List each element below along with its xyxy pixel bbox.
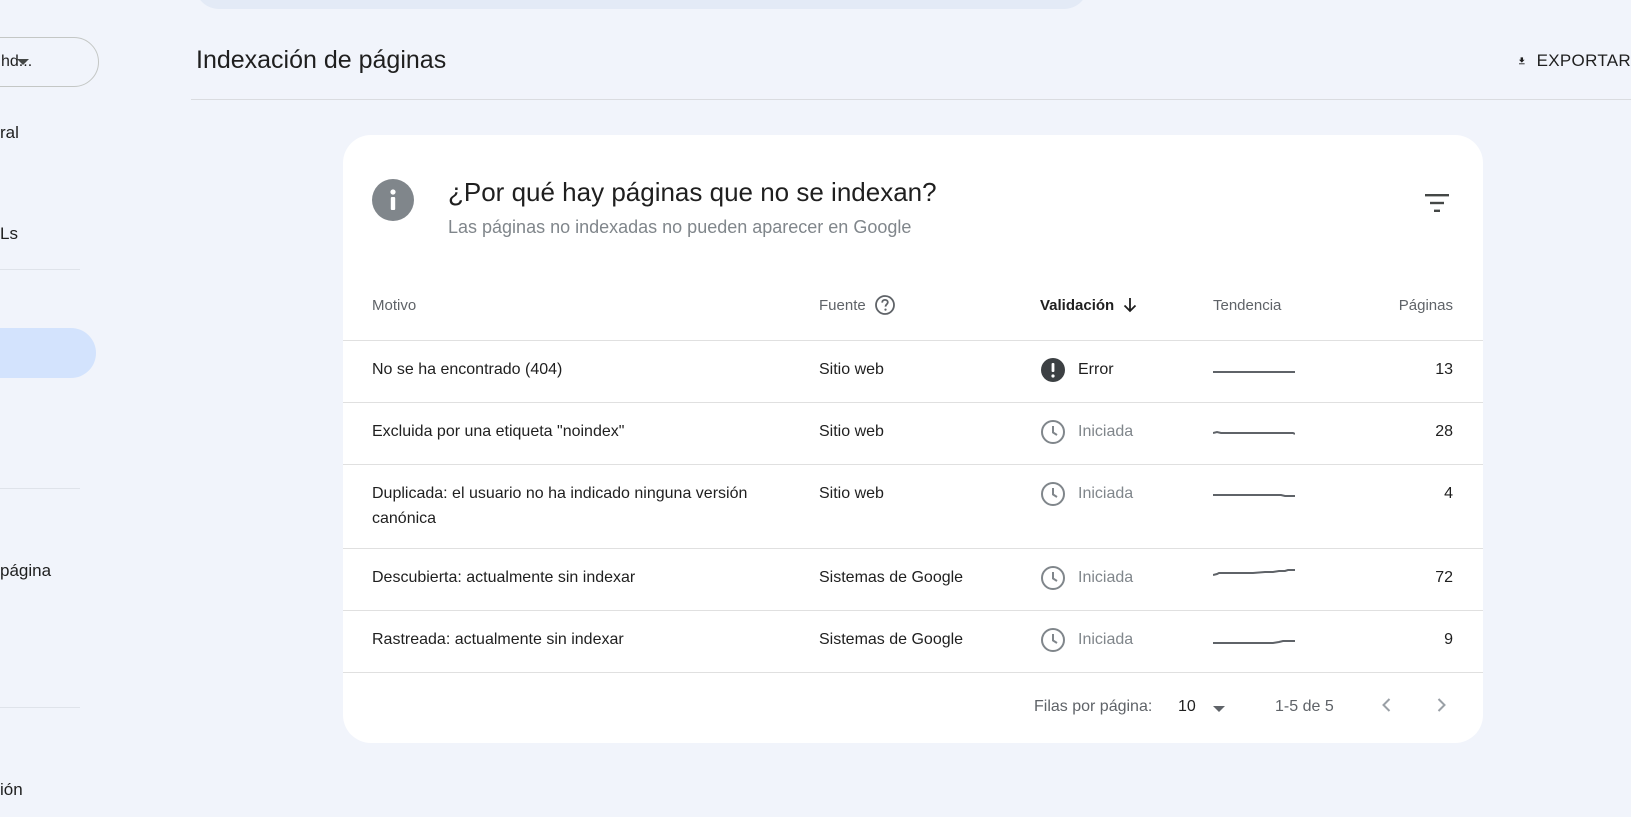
row-divider <box>343 610 1483 611</box>
cell-fuente: Sitio web <box>819 423 884 440</box>
clock-icon <box>1041 420 1065 444</box>
filter-icon[interactable] <box>1423 191 1451 215</box>
row-divider <box>343 464 1483 465</box>
cell-fuente: Sistemas de Google <box>819 631 964 648</box>
validacion-label: Iniciada <box>1078 631 1134 648</box>
sidebar-item-urls[interactable]: Ls <box>0 224 18 244</box>
trend-sparkline <box>1213 430 1295 435</box>
trend-sparkline <box>1213 640 1295 644</box>
rows-per-page-value: 10 <box>1178 698 1196 715</box>
not-indexed-card: ¿Por qué hay páginas que no se indexan? … <box>343 135 1483 743</box>
validacion-label: Iniciada <box>1078 569 1134 586</box>
column-label: Motivo <box>372 296 417 314</box>
column-header-fuente[interactable]: Fuente <box>819 295 896 315</box>
export-label: EXPORTAR <box>1536 51 1631 70</box>
clock-icon <box>1041 482 1065 506</box>
cell-paginas: 13 <box>1435 361 1453 378</box>
row-divider <box>343 672 1483 673</box>
cell-validacion: Iniciada <box>1040 481 1133 507</box>
pagination-range: 1-5 de 5 <box>1275 698 1334 715</box>
sidebar-divider <box>0 707 80 708</box>
column-label: Páginas <box>1398 296 1453 314</box>
info-icon <box>372 179 414 221</box>
chevron-left-icon[interactable] <box>1375 693 1399 717</box>
download-icon <box>1519 57 1525 65</box>
cell-motivo: Descubierta: actualmente sin indexar <box>372 569 636 586</box>
card-title: ¿Por qué hay páginas que no se indexan? <box>448 177 937 207</box>
sidebar-item-settings[interactable]: ión <box>0 780 23 800</box>
validacion-label: Error <box>1078 361 1114 378</box>
sidebar: hd... ral Ls página ión <box>0 0 180 817</box>
cell-paginas: 72 <box>1435 569 1453 586</box>
cell-motivo: Rastreada: actualmente sin indexar <box>372 631 624 648</box>
column-label: Validación <box>1040 296 1115 314</box>
chevron-right-icon[interactable] <box>1429 693 1453 717</box>
cell-validacion: Iniciada <box>1040 419 1133 445</box>
caret-down-icon <box>1213 706 1225 712</box>
clock-icon <box>1041 628 1065 652</box>
trend-sparkline <box>1213 494 1295 497</box>
cell-paginas: 28 <box>1435 423 1453 440</box>
cell-motivo: No se ha encontrado (404) <box>372 361 563 378</box>
column-label: Tendencia <box>1213 296 1282 314</box>
cell-fuente: Sitio web <box>819 485 884 502</box>
row-divider <box>343 548 1483 549</box>
arrow-down-icon <box>1124 298 1137 313</box>
sidebar-item-page-experience[interactable]: página <box>0 561 51 581</box>
cell-validacion: Iniciada <box>1040 565 1133 591</box>
property-selector[interactable]: hd... <box>0 37 99 87</box>
cell-fuente: Sitio web <box>819 361 884 378</box>
trend-sparkline <box>1213 569 1295 576</box>
search-bar[interactable] <box>195 0 1088 9</box>
card-subtitle: Las páginas no indexadas no pueden apare… <box>448 217 912 237</box>
cell-fuente: Sistemas de Google <box>819 569 964 586</box>
column-label: Fuente <box>819 296 866 314</box>
row-divider <box>343 402 1483 403</box>
cell-motivo: Excluida por una etiqueta "noindex" <box>372 423 625 440</box>
row-divider <box>343 340 1483 341</box>
cell-paginas: 9 <box>1444 631 1453 648</box>
column-header-validacion[interactable]: Validación <box>1040 295 1138 315</box>
trend-sparkline <box>1213 371 1295 373</box>
export-button[interactable]: EXPORTAR <box>1517 45 1631 77</box>
rows-per-page-label: Filas por página: <box>1034 698 1153 715</box>
column-header-paginas[interactable]: Páginas <box>1399 295 1453 315</box>
sidebar-item-active[interactable] <box>0 328 96 378</box>
help-circle-icon[interactable] <box>874 294 896 316</box>
column-header-tendencia: Tendencia <box>1213 295 1281 315</box>
cell-paginas: 4 <box>1444 485 1453 502</box>
header-divider <box>191 99 1631 100</box>
sidebar-item-overview[interactable]: ral <box>0 123 19 143</box>
caret-down-icon <box>17 59 29 65</box>
cell-validacion: Error <box>1040 357 1114 383</box>
clock-icon <box>1041 566 1065 590</box>
error-icon <box>1041 358 1065 382</box>
page-title: Indexación de páginas <box>196 46 447 74</box>
cell-validacion: Iniciada <box>1040 627 1133 653</box>
sidebar-divider <box>0 488 80 489</box>
validacion-label: Iniciada <box>1078 485 1134 502</box>
column-header-motivo[interactable]: Motivo <box>372 295 416 315</box>
sidebar-divider <box>0 269 80 270</box>
cell-motivo: Duplicada: el usuario no ha indicado nin… <box>372 485 748 527</box>
validacion-label: Iniciada <box>1078 423 1134 440</box>
